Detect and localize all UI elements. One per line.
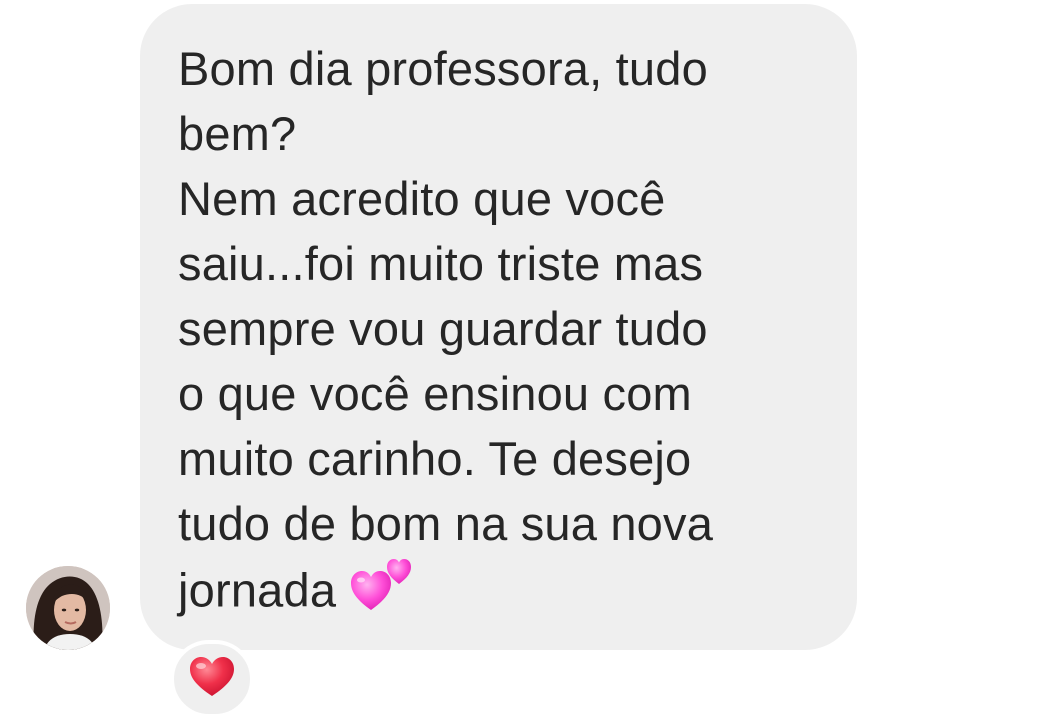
message-line: saiu...foi muito triste mas (178, 237, 704, 290)
message-bubble[interactable]: Bom dia professora, tudo bem? Nem acredi… (140, 4, 857, 650)
message-line: jornada (178, 563, 337, 617)
message-last-line: jornada (178, 556, 817, 632)
red-heart-icon (189, 656, 235, 703)
two-hearts-icon (349, 556, 415, 632)
message-line: tudo de bom na sua nova (178, 497, 714, 550)
message-line: muito carinho. Te desejo (178, 432, 692, 485)
message-line: o que você ensinou com (178, 367, 692, 420)
chat-thread: Bom dia professora, tudo bem? Nem acredi… (0, 0, 1052, 721)
message-line: Nem acredito que você (178, 172, 666, 225)
message-line: Bom dia professora, tudo (178, 42, 708, 95)
reaction-badge[interactable] (170, 640, 254, 718)
message-line: bem? (178, 107, 297, 160)
message-line: sempre vou guardar tudo (178, 302, 708, 355)
avatar[interactable] (26, 566, 110, 650)
